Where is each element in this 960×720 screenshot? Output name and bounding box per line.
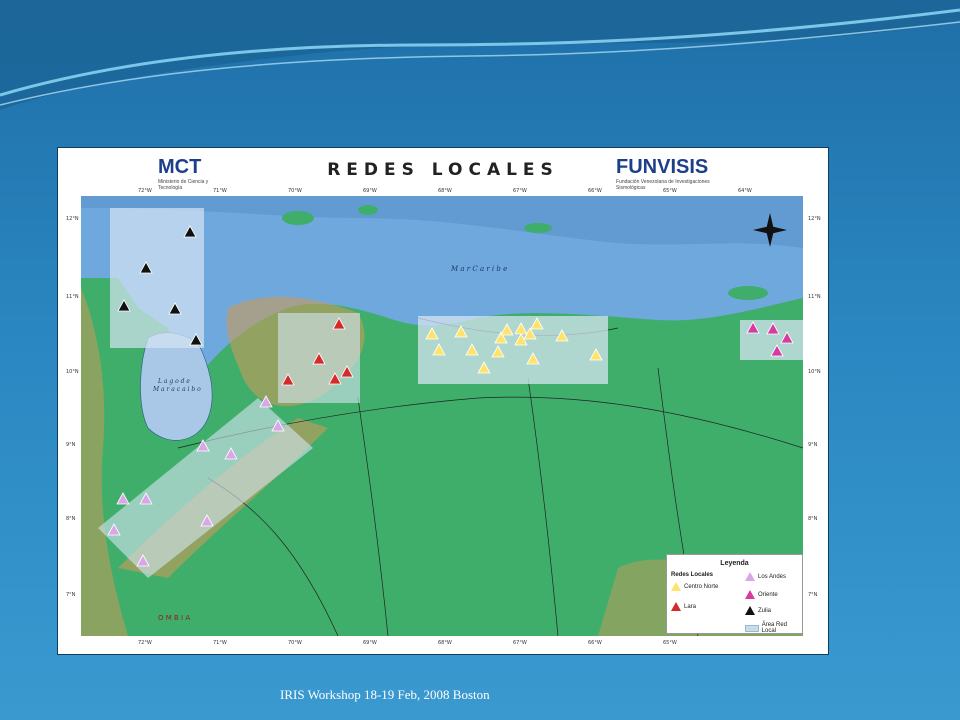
legend-item-area: Área Red Local (745, 622, 802, 634)
lake-label-1: L a g o d e (157, 378, 190, 385)
legend-subtitle: Redes Locales (671, 572, 714, 578)
tick-label: 9°N (808, 442, 818, 448)
tick-label: 9°N (66, 442, 76, 448)
tick-label: 72°W (138, 640, 152, 646)
tick-label: 67°W (513, 188, 527, 194)
tick-label: 11°N (808, 294, 821, 300)
map-figure: REDES LOCALES MCT Ministerio de Ciencia … (57, 147, 829, 655)
tick-label: 11°N (66, 294, 79, 300)
legend-item-oriente: Oriente (745, 590, 778, 599)
tick-label: 67°W (513, 640, 527, 646)
legend-label: Área Red Local (761, 622, 788, 634)
tick-label: 10°N (66, 369, 79, 375)
tick-label: 10°N (808, 369, 821, 375)
latitude-ticks-right: 12°N 11°N 10°N 9°N 8°N 7°N (808, 216, 821, 598)
tick-label: 68°W (438, 640, 452, 646)
triangle-icon (745, 590, 755, 599)
tick-label: 64°W (738, 188, 752, 194)
slide-footer: IRIS Workshop 18-19 Feb, 2008 Boston (280, 687, 490, 702)
tick-label: 8°N (66, 516, 76, 522)
tick-label: 71°W (213, 640, 227, 646)
lake-label-2: M a r a c a i b o (152, 386, 201, 393)
triangle-icon (671, 582, 681, 591)
slide-header-wave (0, 0, 960, 110)
tick-label: 68°W (438, 188, 452, 194)
latitude-ticks: 12°N 11°N 10°N 9°N 8°N 7°N (66, 216, 79, 598)
triangle-icon (671, 602, 681, 611)
tick-label: 12°N (66, 216, 79, 222)
legend-item-los-andes: Los Andes (745, 572, 786, 581)
area-swatch-icon (745, 624, 759, 632)
tick-label: 65°W (663, 188, 677, 194)
tick-label: 72°W (138, 188, 152, 194)
tick-label: 12°N (808, 216, 821, 222)
sea-label: M a r C a r i b e (450, 265, 507, 273)
legend-label: Lara (684, 603, 697, 610)
legend-item-lara: Lara (671, 602, 696, 611)
longitude-ticks: 72°W 71°W 70°W 69°W 68°W 67°W 66°W 65°W … (138, 188, 752, 194)
legend-label: Los Andes (758, 573, 787, 580)
tick-label: 66°W (588, 188, 602, 194)
tick-label: 70°W (288, 640, 302, 646)
longitude-ticks-bottom: 72°W 71°W 70°W 69°W 68°W 67°W 66°W 65°W (138, 640, 677, 646)
tick-label: 65°W (663, 640, 677, 646)
tick-label: 69°W (363, 188, 377, 194)
legend-item-zulia: Zulia (745, 606, 771, 615)
area-centro-norte (418, 316, 608, 384)
neighbor-label: O M B I A (158, 614, 190, 622)
triangle-icon (745, 606, 755, 615)
legend-label: Oriente (758, 591, 778, 598)
tick-label: 69°W (363, 640, 377, 646)
tick-label: 8°N (808, 516, 818, 522)
triangle-icon (745, 572, 755, 581)
legend-label: Centro Norte (684, 583, 719, 590)
tick-label: 70°W (288, 188, 302, 194)
legend-item-centro-norte: Centro Norte (671, 582, 718, 591)
tick-label: 7°N (66, 592, 76, 598)
tick-label: 66°W (588, 640, 602, 646)
legend-title: Leyenda (720, 560, 749, 567)
tick-label: 71°W (213, 188, 227, 194)
tick-label: 7°N (808, 592, 818, 598)
legend-label: Zulia (758, 607, 772, 614)
map-legend: Leyenda Redes Locales Centro Norte Lara … (666, 554, 803, 634)
